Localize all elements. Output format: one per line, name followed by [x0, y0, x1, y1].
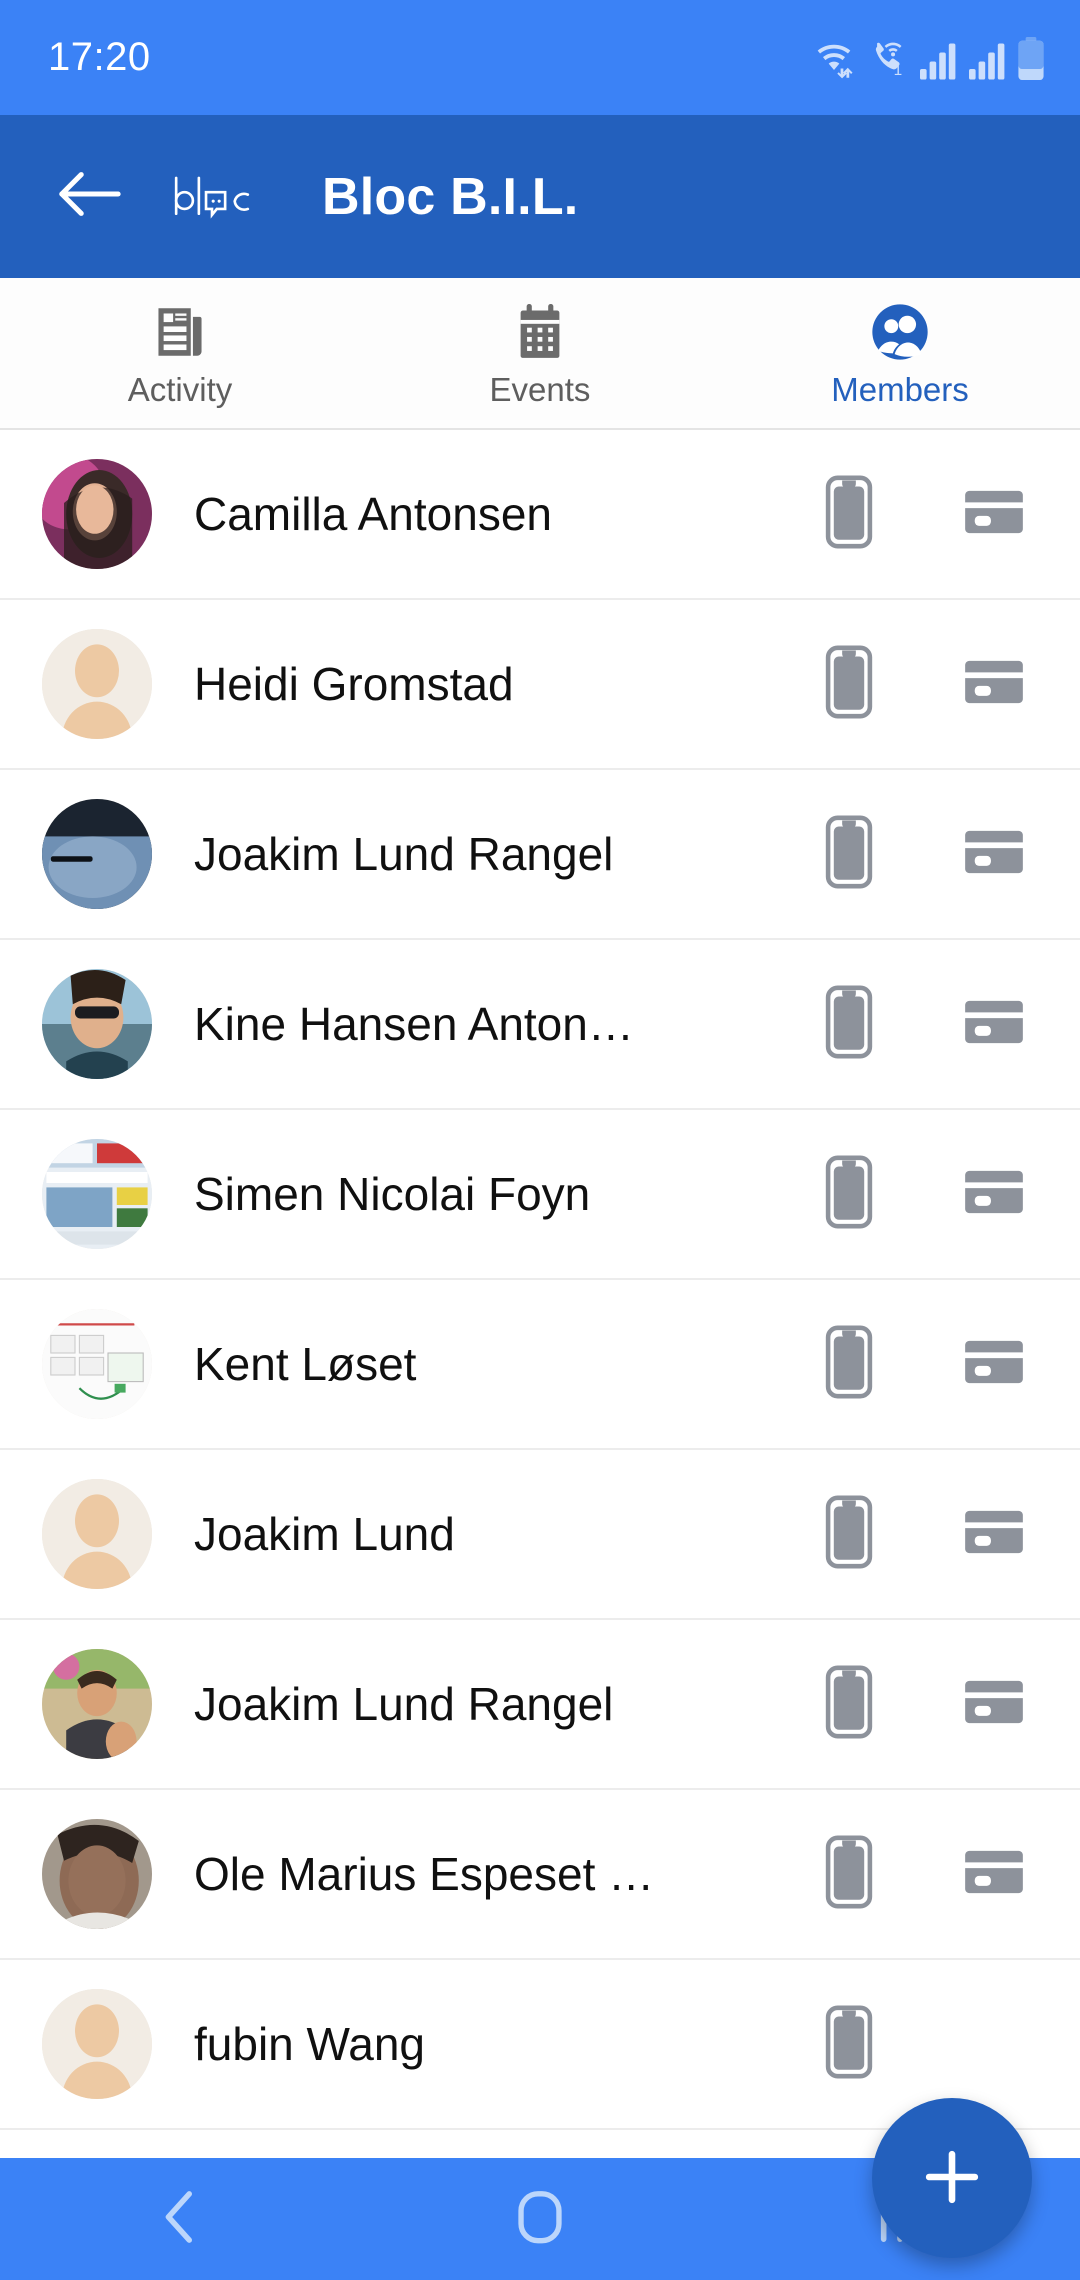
app-screen: 17:20 1 Bloc B.I.L. Activity Events Memb… [0, 0, 1080, 2280]
call-member-button[interactable] [790, 814, 908, 895]
members-list[interactable]: Camilla Antonsen Heidi Gromstad Joakim Lun… [0, 430, 1080, 2158]
member-card-button[interactable] [908, 1847, 1080, 1902]
credit-card-icon [961, 1167, 1027, 1222]
smartphone-icon [824, 1834, 874, 1915]
svg-text:1: 1 [894, 61, 903, 78]
credit-card-icon [961, 657, 1027, 712]
member-name: Heidi Gromstad [194, 658, 514, 710]
tab-events[interactable]: Events [360, 278, 720, 428]
member-row[interactable]: Kent Løset [0, 1280, 1080, 1450]
member-card-button[interactable] [908, 827, 1080, 882]
call-member-button[interactable] [790, 1834, 908, 1915]
page-title: Bloc B.I.L. [322, 167, 579, 226]
credit-card-icon [961, 1847, 1027, 1902]
smartphone-icon [824, 1324, 874, 1405]
member-card-button[interactable] [908, 997, 1080, 1052]
nav-back-button[interactable] [105, 2169, 255, 2269]
tab-members[interactable]: Members [720, 278, 1080, 428]
bloc-logo-icon [164, 174, 260, 220]
avatar [42, 969, 152, 1079]
avatar [42, 459, 152, 569]
call-member-button[interactable] [790, 1154, 908, 1235]
member-card-button[interactable] [908, 1677, 1080, 1732]
smartphone-icon [824, 2004, 874, 2085]
tab-activity[interactable]: Activity [0, 278, 360, 428]
add-member-fab[interactable] [872, 2098, 1032, 2258]
member-name: Ole Marius Espeset … [194, 1848, 655, 1900]
member-name: Simen Nicolai Foyn [194, 1168, 591, 1220]
status-bar: 17:20 1 [0, 0, 1080, 115]
calendar-icon [513, 303, 567, 361]
member-card-button[interactable] [908, 1507, 1080, 1562]
credit-card-icon [961, 1507, 1027, 1562]
avatar [42, 1139, 152, 1249]
back-nav-icon [153, 2187, 207, 2252]
smartphone-icon [824, 474, 874, 555]
app-bar: Bloc B.I.L. [0, 115, 1080, 278]
member-row[interactable]: Kine Hansen Anton… [0, 940, 1080, 1110]
news-article-icon [152, 303, 208, 361]
smartphone-icon [824, 1154, 874, 1235]
member-row[interactable]: Ole Marius Espeset … [0, 1790, 1080, 1960]
member-name: fubin Wang [194, 2018, 425, 2070]
member-name: Kent Løset [194, 1338, 417, 1390]
credit-card-icon [961, 827, 1027, 882]
credit-card-icon [961, 997, 1027, 1052]
credit-card-icon [961, 487, 1027, 542]
call-member-button[interactable] [790, 474, 908, 555]
smartphone-icon [824, 814, 874, 895]
avatar [42, 1309, 152, 1419]
avatar [42, 629, 152, 739]
member-name: Joakim Lund Rangel [194, 1678, 614, 1730]
member-row[interactable]: Camilla Antonsen [0, 430, 1080, 600]
member-row[interactable]: Heidi Gromstad [0, 600, 1080, 770]
status-time: 17:20 [48, 35, 151, 79]
member-row[interactable]: Joakim Lund Rangel [0, 1620, 1080, 1790]
smartphone-icon [824, 1664, 874, 1745]
avatar [42, 1989, 152, 2099]
avatar [42, 799, 152, 909]
call-member-button[interactable] [790, 1494, 908, 1575]
tab-bar: Activity Events Members [0, 278, 1080, 430]
avatar [42, 1479, 152, 1589]
avatar [42, 1819, 152, 1929]
member-row[interactable]: Simen Nicolai Foyn [0, 1110, 1080, 1280]
tab-activity-label: Activity [127, 371, 233, 408]
signal-sim2-icon [967, 39, 1007, 81]
smartphone-icon [824, 644, 874, 725]
credit-card-icon [961, 1677, 1027, 1732]
member-name: Kine Hansen Anton… [194, 998, 634, 1050]
member-card-button[interactable] [908, 1167, 1080, 1222]
member-name: Joakim Lund [194, 1508, 455, 1560]
avatar [42, 1649, 152, 1759]
wifi-data-icon [812, 37, 856, 81]
tab-events-label: Events [489, 371, 591, 408]
home-nav-icon [512, 2188, 568, 2251]
back-arrow-icon [56, 167, 122, 226]
call-member-button[interactable] [790, 984, 908, 1065]
call-member-button[interactable] [790, 1664, 908, 1745]
member-row[interactable]: Joakim Lund Rangel [0, 770, 1080, 940]
call-member-button[interactable] [790, 644, 908, 725]
plus-icon [919, 2144, 985, 2213]
credit-card-icon [961, 1337, 1027, 1392]
vowifi-call-icon: 1 [865, 37, 909, 81]
call-member-button[interactable] [790, 1324, 908, 1405]
member-card-button[interactable] [908, 487, 1080, 542]
member-name: Camilla Antonsen [194, 488, 552, 540]
call-member-button[interactable] [790, 2004, 908, 2085]
status-icons: 1 [812, 35, 1046, 81]
tab-members-label: Members [831, 371, 969, 408]
smartphone-icon [824, 1494, 874, 1575]
nav-home-button[interactable] [465, 2169, 615, 2269]
member-card-button[interactable] [908, 1337, 1080, 1392]
smartphone-icon [824, 984, 874, 1065]
battery-icon [1016, 36, 1046, 81]
member-name: Joakim Lund Rangel [194, 828, 614, 880]
member-row[interactable]: Joakim Lund [0, 1450, 1080, 1620]
signal-sim1-icon [918, 39, 958, 81]
people-group-icon [871, 303, 929, 361]
back-button[interactable] [46, 154, 132, 240]
member-card-button[interactable] [908, 657, 1080, 712]
